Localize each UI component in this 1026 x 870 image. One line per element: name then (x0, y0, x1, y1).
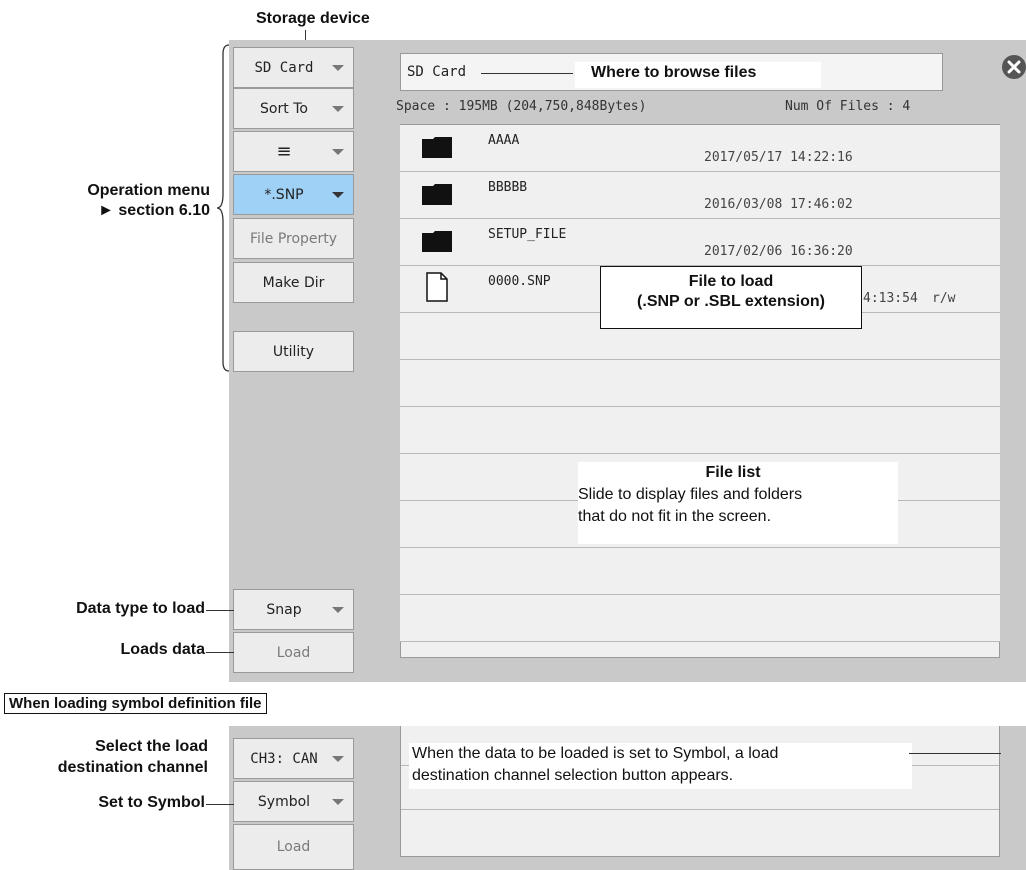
utility-label: Utility (272, 343, 315, 360)
list-item[interactable] (400, 548, 1000, 595)
select-channel-annotation: Select the load destination channel (0, 736, 208, 778)
file-property-button[interactable]: File Property (233, 218, 354, 259)
file-date: 2017/02/06 16:36:20 (704, 244, 853, 259)
file-to-load-line2: (.SNP or .SBL extension) (637, 293, 825, 310)
file-date: 2017/05/17 14:22:16 (704, 150, 853, 165)
storage-device-annotation: Storage device (256, 10, 370, 27)
close-icon[interactable] (1001, 54, 1026, 80)
space-info: Space : 195MB (204,750,848Bytes) (396, 99, 647, 114)
file-name: SETUP_FILE (488, 227, 567, 242)
operation-menu-annotation: Operation menu ► section 6.10 (52, 181, 210, 221)
load-label: Load (276, 644, 311, 661)
symbol-note-line2: destination channel selection button app… (412, 767, 734, 784)
make-dir-button[interactable]: Make Dir (233, 262, 354, 303)
symbol-load-label: Load (276, 839, 311, 855)
chevron-down-icon (332, 149, 344, 155)
symbol-dropdown[interactable]: Symbol (233, 781, 354, 822)
list-item[interactable] (400, 360, 1000, 407)
operation-menu-line1: Operation menu (87, 182, 210, 199)
make-dir-label: Make Dir (262, 274, 325, 291)
file-name: AAAA (488, 133, 520, 148)
file-row-bbbbb[interactable]: BBBBB 2016/03/08 17:46:02 (400, 172, 1000, 219)
select-channel-line2: destination channel (57, 759, 208, 776)
symbol-note-annotation: When the data to be loaded is set to Sym… (409, 743, 912, 789)
file-list-annotation: File list Slide to display files and fol… (578, 462, 898, 544)
path-text: SD Card (407, 64, 467, 80)
channel-dropdown[interactable]: CH3: CAN (233, 738, 354, 779)
utility-button[interactable]: Utility (233, 331, 354, 372)
chevron-down-icon (332, 799, 344, 805)
file-to-load-annotation: File to load (.SNP or .SBL extension) (600, 266, 862, 329)
storage-device-label: SD Card (254, 59, 314, 76)
file-to-load-line1: File to load (688, 273, 774, 290)
file-attribute: r/w (932, 291, 956, 306)
file-list-desc-1: Slide to display files and folders (578, 486, 803, 503)
storage-device-dropdown[interactable]: SD Card (233, 47, 354, 88)
data-type-label: Snap (266, 601, 302, 618)
list-item[interactable] (400, 407, 1000, 454)
channel-label: CH3: CAN (250, 750, 318, 767)
data-type-leader (206, 610, 234, 611)
file-row-setup-file[interactable]: SETUP_FILE 2017/02/06 16:36:20 (400, 219, 1000, 266)
where-to-browse-annotation: Where to browse files (575, 62, 821, 88)
view-label: ≡ (276, 141, 292, 162)
select-channel-line1: Select the load (95, 738, 208, 755)
symbol-label: Symbol (257, 793, 311, 810)
operation-menu-brace (216, 44, 230, 372)
symbol-note-line1: When the data to be loaded is set to Sym… (412, 745, 779, 762)
set-to-symbol-annotation: Set to Symbol (98, 794, 205, 811)
list-item[interactable] (400, 595, 1000, 642)
chevron-down-icon (332, 607, 344, 613)
file-name: 0000.SNP (488, 274, 551, 289)
sort-dropdown[interactable]: Sort To (233, 88, 354, 129)
load-button[interactable]: Load (233, 632, 354, 673)
where-to-browse-leader (481, 73, 573, 74)
folder-icon (422, 231, 452, 252)
file-name: BBBBB (488, 180, 528, 195)
filter-label: *.SNP (264, 186, 304, 203)
data-type-dropdown[interactable]: Snap (233, 589, 354, 630)
file-list-title: File list (705, 464, 761, 481)
symbol-note-leader (909, 753, 1001, 754)
folder-icon (422, 184, 452, 205)
loads-data-annotation: Loads data (120, 641, 205, 658)
file-count: Num Of Files : 4 (785, 99, 911, 114)
chevron-down-icon (332, 65, 344, 71)
file-icon (426, 272, 448, 302)
data-type-annotation: Data type to load (76, 600, 205, 617)
chevron-down-icon (332, 106, 344, 112)
file-date: 2016/03/08 17:46:02 (704, 197, 853, 212)
where-to-browse-text: Where to browse files (591, 64, 757, 81)
file-row-aaaa[interactable]: AAAA 2017/05/17 14:22:16 (400, 125, 1000, 172)
view-dropdown[interactable]: ≡ (233, 131, 354, 172)
chevron-down-icon (332, 192, 344, 198)
file-date: 4:13:54 (863, 291, 918, 306)
symbol-load-button[interactable]: Load (233, 824, 354, 870)
filter-dropdown[interactable]: *.SNP (233, 174, 354, 215)
file-property-label: File Property (249, 230, 338, 247)
loads-data-leader (206, 652, 234, 653)
sort-label: Sort To (260, 100, 308, 117)
file-list-desc-2: that do not fit in the screen. (578, 508, 772, 525)
operation-menu-line2: ► section 6.10 (98, 202, 210, 219)
symbol-section-title: When loading symbol definition file (4, 693, 267, 714)
set-to-symbol-leader (206, 804, 234, 805)
chevron-down-icon (332, 756, 344, 762)
folder-icon (422, 137, 452, 158)
